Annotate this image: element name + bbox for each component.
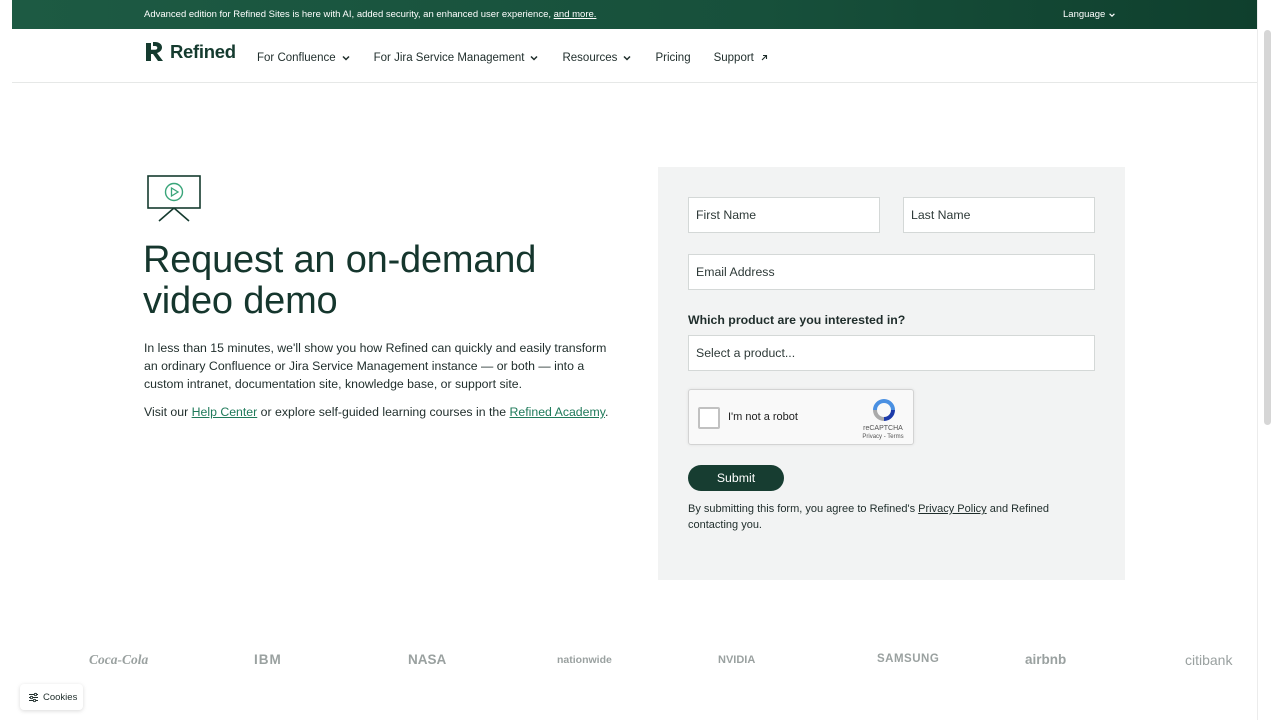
recaptcha-widget: I'm not a robot reCAPTCHA Privacy - Term… xyxy=(688,389,914,445)
cookies-button[interactable]: Cookies xyxy=(20,684,83,710)
demo-request-form: Which product are you interested in? Sel… xyxy=(658,167,1125,580)
product-select[interactable]: Select a product... xyxy=(688,335,1095,371)
nav-item-support[interactable]: Support xyxy=(714,52,769,64)
hero-description: In less than 15 minutes, we'll show you … xyxy=(144,341,607,391)
recaptcha-brand: reCAPTCHA xyxy=(863,425,903,432)
airbnb-logo: airbnb xyxy=(1025,652,1067,667)
product-select-value: Select a product... xyxy=(696,346,796,360)
help-center-link[interactable]: Help Center xyxy=(192,405,258,419)
last-name-input[interactable] xyxy=(903,197,1095,233)
links-prefix: Visit our xyxy=(144,405,189,419)
consent-prefix: By submitting this form, you agree to Re… xyxy=(688,503,916,515)
samsung-logo: SAMSUNG xyxy=(877,653,940,665)
left-gutter xyxy=(0,0,12,720)
language-selector[interactable]: Language xyxy=(1063,9,1116,20)
settings-sliders-icon xyxy=(29,692,38,702)
chevron-down-icon xyxy=(623,55,631,61)
announcement-link[interactable]: and more. xyxy=(554,9,597,20)
nationwide-logo: nationwide xyxy=(557,654,612,666)
nav-item-label: Resources xyxy=(562,52,618,64)
links-middle: or explore self-guided learning courses … xyxy=(260,405,507,419)
links-suffix: . xyxy=(604,405,609,419)
consent-text: By submitting this form, you agree to Re… xyxy=(688,501,1098,533)
privacy-policy-link[interactable]: Privacy Policy xyxy=(918,503,986,515)
customer-logos: Coca-Cola IBM NASA nationwide NVIDIA SAM… xyxy=(12,648,1257,676)
nav-item-label: For Jira Service Management xyxy=(373,52,525,64)
nav-item-pricing[interactable]: Pricing xyxy=(655,52,690,64)
announcement-bar: Advanced edition for Refined Sites is he… xyxy=(12,0,1257,29)
chevron-down-icon xyxy=(1109,12,1116,17)
recaptcha-terms-link[interactable]: Privacy - Terms xyxy=(853,434,913,440)
nasa-logo: NASA xyxy=(408,652,447,667)
product-question-label: Which product are you interested in? xyxy=(688,313,906,327)
language-label: Language xyxy=(1063,9,1106,20)
scrollbar[interactable] xyxy=(1257,0,1280,720)
recaptcha-label: I'm not a robot xyxy=(728,411,798,423)
page: Advanced edition for Refined Sites is he… xyxy=(12,0,1257,720)
hero-links: Visit our Help Center or explore self-gu… xyxy=(144,405,608,419)
refined-academy-link[interactable]: Refined Academy xyxy=(510,405,605,419)
page-title: Request an on-demand video demo xyxy=(143,239,537,322)
cookies-label: Cookies xyxy=(43,691,78,703)
email-input[interactable] xyxy=(688,254,1095,290)
ibm-logo: IBM xyxy=(254,652,282,667)
nav-item-label: For Confluence xyxy=(257,52,336,64)
nvidia-logo: NVIDIA xyxy=(718,654,756,666)
recaptcha-checkbox[interactable] xyxy=(698,407,720,429)
first-name-input[interactable] xyxy=(688,197,880,233)
nav-items: For Confluence For Jira Service Manageme… xyxy=(257,52,792,64)
coca-cola-logo: Coca-Cola xyxy=(89,652,149,667)
nav-item-label: Pricing xyxy=(655,52,691,64)
recaptcha-logo-icon xyxy=(873,399,895,421)
submit-button[interactable]: Submit xyxy=(688,465,784,491)
nav-item-label: Support xyxy=(713,52,754,64)
nav-item-for-confluence[interactable]: For Confluence xyxy=(257,52,351,64)
citibank-logo: citibank xyxy=(1185,652,1233,668)
refined-logo-icon xyxy=(146,42,163,61)
external-link-icon xyxy=(761,54,767,61)
logo-text: Refined xyxy=(170,41,236,62)
video-presentation-icon xyxy=(147,175,201,222)
refined-logo[interactable]: Refined xyxy=(144,41,236,63)
announcement-text: Advanced edition for Refined Sites is he… xyxy=(144,9,551,20)
scrollbar-thumb[interactable] xyxy=(1264,30,1271,425)
nav-item-for-jira-service-management[interactable]: For Jira Service Management xyxy=(374,52,540,64)
chevron-down-icon xyxy=(342,55,350,61)
chevron-down-icon xyxy=(530,55,538,61)
announcement-message: Advanced edition for Refined Sites is he… xyxy=(144,9,596,20)
nav-item-resources[interactable]: Resources xyxy=(562,52,632,64)
main-nav: Refined For Confluence For Jira Service … xyxy=(12,29,1257,83)
